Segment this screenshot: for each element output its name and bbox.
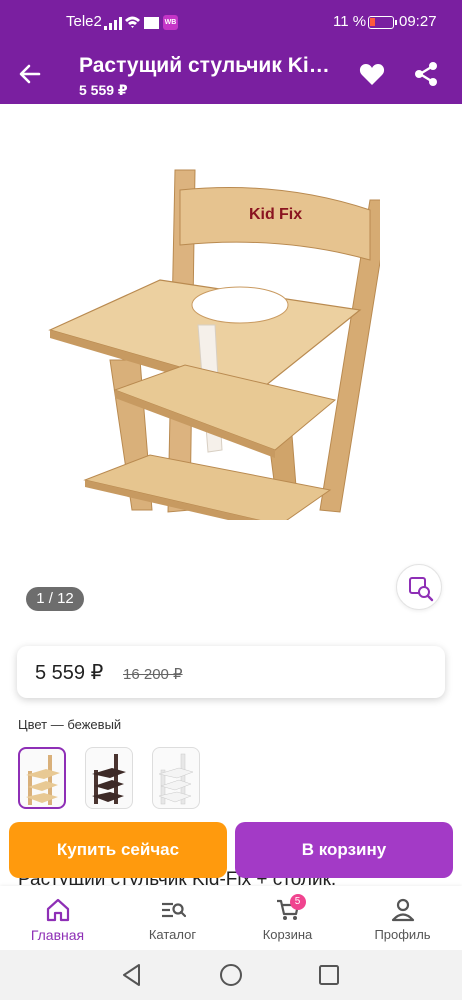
back-arrow-icon[interactable]: [14, 58, 46, 90]
page-title: Растущий стульчик Kid-Fix + столик: [79, 54, 337, 77]
system-navigation-bar: [0, 950, 462, 1000]
app-header: Растущий стульчик Kid-Fix + столик 5 559…: [0, 44, 462, 104]
buy-now-button[interactable]: Купить сейчас: [9, 822, 227, 878]
color-option-beige[interactable]: [18, 747, 66, 809]
system-recents-icon[interactable]: [316, 962, 342, 988]
favorite-heart-icon[interactable]: [358, 60, 386, 88]
profile-icon: [391, 898, 414, 922]
share-icon[interactable]: [412, 60, 440, 88]
status-bar: Tele2 WB 11 % 09:27: [0, 0, 462, 44]
nav-label-catalog: Каталог: [148, 927, 197, 942]
catalog-search-icon: [161, 902, 186, 918]
system-home-icon[interactable]: [218, 962, 244, 988]
home-icon: [46, 898, 69, 922]
mail-icon: [144, 17, 159, 29]
nav-item-profile[interactable]: Профиль: [345, 886, 460, 950]
old-price: 16 200 ₽: [123, 666, 183, 683]
nav-label-profile: Профиль: [374, 927, 431, 942]
nav-item-cart[interactable]: 5 Корзина: [230, 886, 345, 950]
nav-label-cart: Корзина: [262, 927, 313, 942]
price-card: 5 559 ₽ 16 200 ₽: [17, 646, 445, 698]
swatch-thumbnail-brown: [92, 754, 126, 804]
product-gallery[interactable]: Kid Fix 1 / 12: [0, 104, 462, 634]
wifi-icon: [125, 16, 140, 28]
clock: 09:27: [399, 13, 437, 30]
swatch-thumbnail-white: [158, 753, 194, 805]
bottom-navigation: Главная Каталог 5 Корзина Профиль: [0, 886, 462, 950]
wb-app-icon: WB: [163, 15, 178, 30]
logo-text-fix: Fix: [279, 206, 302, 223]
battery-percent: 11 %: [333, 13, 367, 30]
image-counter: 1 / 12: [26, 587, 84, 611]
battery-icon: [368, 16, 397, 29]
nav-label-home: Главная: [30, 927, 85, 943]
image-search-icon: [409, 577, 434, 602]
system-back-icon[interactable]: [119, 962, 145, 988]
product-photo[interactable]: Kid Fix: [40, 160, 380, 520]
color-label: Цвет — бежевый: [18, 717, 122, 732]
current-price: 5 559 ₽: [35, 662, 104, 684]
cart-icon-wrap: 5: [275, 894, 306, 923]
carrier-name: Tele2: [66, 13, 102, 30]
cart-count-badge: 5: [289, 894, 306, 910]
signal-icon: [104, 14, 122, 30]
color-option-brown[interactable]: [85, 747, 133, 809]
nav-item-home[interactable]: Главная: [0, 886, 115, 950]
nav-item-catalog[interactable]: Каталог: [115, 886, 230, 950]
find-similar-button[interactable]: [396, 564, 442, 610]
swatch-thumbnail-beige: [26, 755, 60, 805]
header-price: 5 559 ₽: [79, 82, 128, 98]
add-to-cart-button[interactable]: В корзину: [235, 822, 453, 878]
logo-text-kid: Kid: [249, 206, 275, 223]
color-option-white[interactable]: [152, 747, 200, 809]
